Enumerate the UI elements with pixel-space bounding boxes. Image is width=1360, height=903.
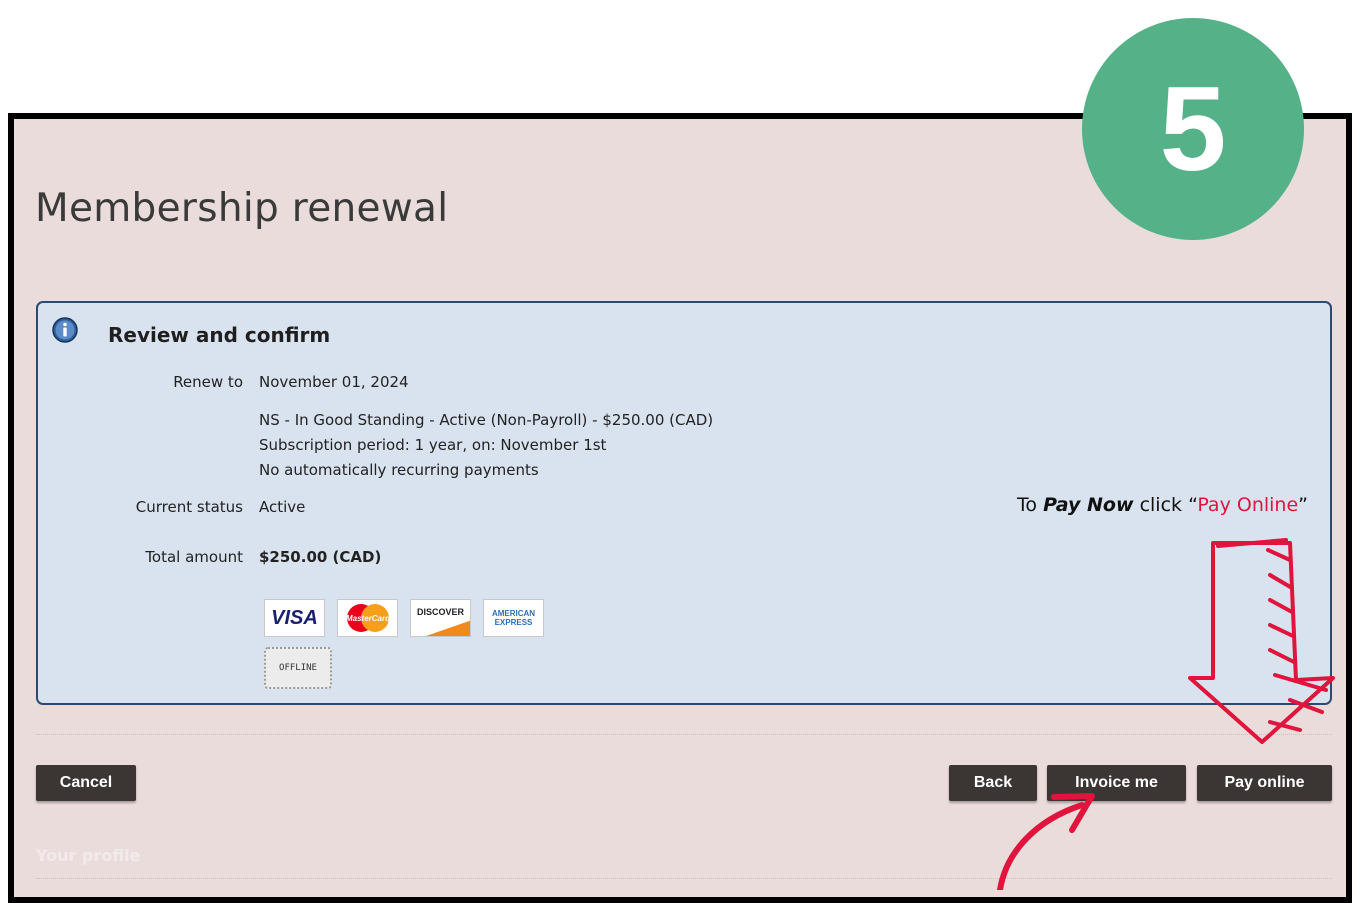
invoice-me-button[interactable]: Invoice me bbox=[1047, 765, 1186, 801]
visa-text: VISA bbox=[271, 606, 318, 629]
mastercard-icon: MasterCard bbox=[345, 604, 391, 632]
section-divider bbox=[36, 734, 1332, 735]
offline-text: OFFLINE bbox=[279, 663, 317, 673]
amex-text-2: EXPRESS bbox=[494, 618, 533, 627]
offline-payment-logo: OFFLINE bbox=[264, 647, 332, 689]
subscription-period: Subscription period: 1 year, on: Novembe… bbox=[259, 436, 607, 454]
instruction-prefix: To bbox=[1017, 494, 1044, 516]
instruction-middle: click “ bbox=[1133, 494, 1198, 516]
back-button[interactable]: Back bbox=[949, 765, 1037, 801]
total-value: $250.00 (CAD) bbox=[259, 548, 382, 566]
instruction-emphasis: Pay Now bbox=[1043, 494, 1134, 516]
step-number: 5 bbox=[1159, 62, 1227, 196]
recurring-note: No automatically recurring payments bbox=[259, 461, 539, 479]
page-title: Membership renewal bbox=[35, 186, 449, 231]
status-value: Active bbox=[259, 498, 306, 516]
renew-to-value: November 01, 2024 bbox=[259, 373, 409, 391]
visa-logo: VISA bbox=[264, 599, 325, 637]
status-label: Current status bbox=[135, 498, 243, 516]
discover-stripe-icon bbox=[426, 620, 470, 636]
total-label: Total amount bbox=[145, 548, 243, 566]
renew-to-label: Renew to bbox=[173, 373, 243, 391]
pay-now-instruction: To Pay Now click “Pay Online” bbox=[1017, 494, 1308, 516]
pay-online-button[interactable]: Pay online bbox=[1197, 765, 1332, 801]
step-number-badge: 5 bbox=[1082, 18, 1304, 240]
mastercard-text: MasterCard bbox=[345, 614, 390, 623]
your-profile-link[interactable]: Your profile bbox=[36, 846, 141, 865]
amex-logo: AMERICAN EXPRESS bbox=[483, 599, 544, 637]
mastercard-logo: MasterCard bbox=[337, 599, 398, 637]
panel-heading: Review and confirm bbox=[108, 323, 331, 347]
cancel-button[interactable]: Cancel bbox=[36, 765, 136, 801]
info-icon bbox=[52, 317, 78, 343]
amex-text-1: AMERICAN bbox=[491, 609, 536, 618]
footer-divider bbox=[36, 878, 1332, 879]
plan-description: NS - In Good Standing - Active (Non-Payr… bbox=[259, 411, 714, 429]
discover-logo: DISCOVER bbox=[410, 599, 471, 637]
instruction-suffix: ” bbox=[1298, 494, 1308, 516]
instruction-highlight: Pay Online bbox=[1197, 494, 1299, 516]
